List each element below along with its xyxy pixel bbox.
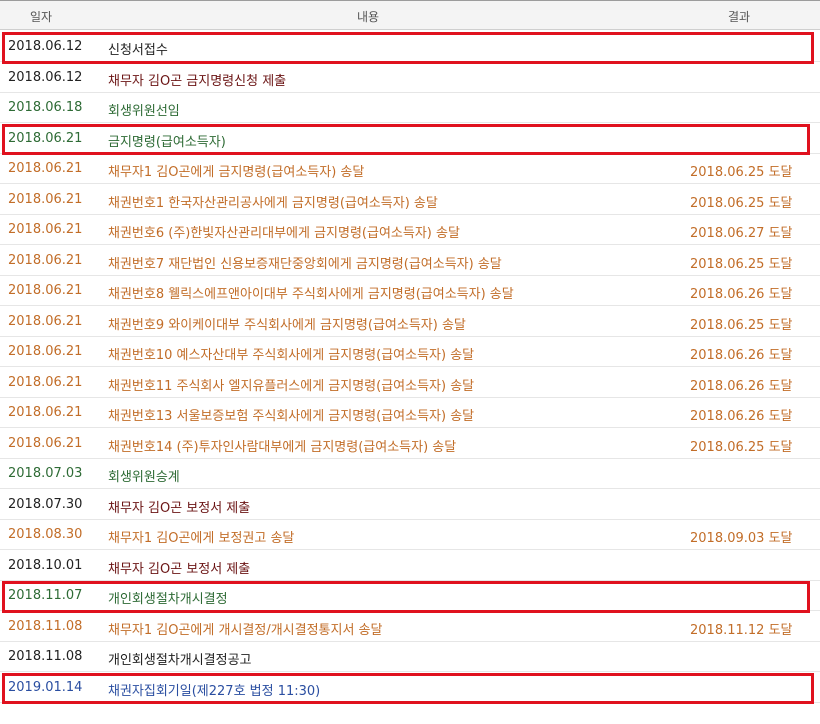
row-date: 2018.08.30 bbox=[8, 527, 83, 542]
table-row: 2018.06.21 채권번호10 예스자산대부 주식회사에게 금지명령(급여소득… bbox=[0, 337, 820, 367]
row-content: 개인회생절차개시결정 bbox=[108, 592, 228, 607]
table-row: 2018.06.21 채권번호11 주식회사 엘지유플러스에게 금지명령(급여소득… bbox=[0, 368, 820, 398]
row-date: 2018.11.07 bbox=[8, 588, 83, 603]
table-row: 2018.07.03 회생위원승계 bbox=[0, 459, 820, 489]
table-row: 2018.06.21 채무자1 김O곤에게 금지명령(급여소득자) 송달 2018.… bbox=[0, 154, 820, 184]
row-content: 채권자집회기일(제227호 법정 11:30) bbox=[108, 683, 321, 699]
row-date: 2018.06.21 bbox=[8, 252, 83, 268]
row-result: 2018.06.25 도달 bbox=[690, 439, 793, 455]
row-date: 2018.06.21 bbox=[8, 374, 83, 390]
table-row: 2018.06.12 채무자 김O곤 금지명령신청 제출 bbox=[0, 63, 820, 93]
table-row: 2018.07.30 채무자 김O곤 보정서 제출 bbox=[0, 490, 820, 520]
table-row: 2018.06.21 채권번호1 한국자산관리공사에게 금지명령(급여소득자) 송… bbox=[0, 185, 820, 215]
table-row: 2018.06.18 회생위원선임 bbox=[0, 93, 820, 123]
row-result: 2018.06.25 도달 bbox=[690, 195, 793, 211]
row-date: 2018.07.03 bbox=[8, 466, 83, 481]
row-result: 2018.06.27 도달 bbox=[690, 226, 793, 241]
row-content: 채무자 김O곤 금지명령신청 제출 bbox=[108, 73, 287, 89]
table-row: 2018.06.21 채권번호6 (주)한빛자산관리대부에게 금지명령(급여소득자… bbox=[0, 215, 820, 245]
row-content: 채권번호14 (주)투자인사람대부에게 금지명령(급여소득자) 송달 bbox=[108, 439, 457, 455]
table-row: 2018.06.12 신청서접수 bbox=[0, 32, 820, 62]
table-row: 2018.06.21 채권번호13 서울보증보험 주식회사에게 금지명령(급여소득… bbox=[0, 398, 820, 428]
row-content: 채권번호9 와이케이대부 주식회사에게 금지명령(급여소득자) 송달 bbox=[108, 317, 466, 333]
table-row: 2018.06.21 채권번호14 (주)투자인사람대부에게 금지명령(급여소득자… bbox=[0, 429, 820, 459]
table-row: 2019.01.14 채권자집회기일(제227호 법정 11:30) bbox=[0, 673, 820, 703]
row-content: 금지명령(급여소득자) bbox=[108, 134, 226, 150]
row-date: 2018.06.21 bbox=[8, 191, 83, 207]
row-date: 2018.06.21 bbox=[8, 161, 83, 176]
row-content: 채권번호1 한국자산관리공사에게 금지명령(급여소득자) 송달 bbox=[108, 195, 438, 211]
row-date: 2018.11.08 bbox=[8, 618, 83, 634]
row-content: 개인회생절차개시결정공고 bbox=[108, 653, 252, 668]
row-result: 2018.09.03 도달 bbox=[690, 531, 793, 546]
row-result: 2018.06.26 도달 bbox=[690, 409, 793, 424]
row-content: 채권번호7 재단법인 신용보증재단중앙회에게 금지명령(급여소득자) 송달 bbox=[108, 256, 502, 272]
table-row: 2018.10.01 채무자 김O곤 보정서 제출 bbox=[0, 551, 820, 581]
row-content: 채권번호6 (주)한빛자산관리대부에게 금지명령(급여소득자) 송달 bbox=[108, 226, 460, 241]
row-date: 2018.10.01 bbox=[8, 557, 83, 573]
row-result: 2018.11.12 도달 bbox=[690, 622, 793, 638]
row-date: 2018.06.12 bbox=[8, 69, 83, 85]
table-row: 2018.06.21 채권번호8 웰릭스에프앤아이대부 주식회사에게 금지명령(급… bbox=[0, 276, 820, 306]
row-result: 2018.06.26 도달 bbox=[690, 348, 793, 363]
row-date: 2018.06.18 bbox=[8, 100, 83, 115]
row-date: 2018.06.12 bbox=[8, 39, 83, 54]
row-content: 회생위원선임 bbox=[108, 104, 180, 119]
row-result: 2018.06.26 도달 bbox=[690, 287, 793, 302]
row-date: 2019.01.14 bbox=[8, 679, 83, 695]
header-content: 내용 bbox=[357, 10, 380, 24]
row-content: 채권번호8 웰릭스에프앤아이대부 주식회사에게 금지명령(급여소득자) 송달 bbox=[108, 287, 514, 302]
table-row: 2018.06.21 금지명령(급여소득자) bbox=[0, 124, 820, 154]
row-result: 2018.06.25 도달 bbox=[690, 165, 793, 180]
table-header: 일자 내용 결과 bbox=[0, 0, 820, 30]
row-content: 채권번호11 주식회사 엘지유플러스에게 금지명령(급여소득자) 송달 bbox=[108, 378, 475, 394]
row-content: 신청서접수 bbox=[108, 43, 168, 58]
table-row: 2018.11.08 채무자1 김O곤에게 개시결정/개시결정통지서 송달 2018… bbox=[0, 612, 820, 642]
row-date: 2018.06.21 bbox=[8, 405, 83, 420]
row-date: 2018.11.08 bbox=[8, 649, 83, 664]
header-date: 일자 bbox=[30, 10, 53, 24]
table-row: 2018.08.30 채무자1 김O곤에게 보정권고 송달 2018.09.03 도… bbox=[0, 520, 820, 550]
row-content: 채무자1 김O곤에게 금지명령(급여소득자) 송달 bbox=[108, 165, 365, 180]
row-content: 회생위원승계 bbox=[108, 470, 180, 485]
row-content: 채무자1 김O곤에게 개시결정/개시결정통지서 송달 bbox=[108, 622, 383, 638]
row-date: 2018.06.21 bbox=[8, 344, 83, 359]
row-date: 2018.06.21 bbox=[8, 313, 83, 329]
row-content: 채권번호13 서울보증보험 주식회사에게 금지명령(급여소득자) 송달 bbox=[108, 409, 475, 424]
row-content: 채권번호10 예스자산대부 주식회사에게 금지명령(급여소득자) 송달 bbox=[108, 348, 475, 363]
row-date: 2018.06.21 bbox=[8, 222, 83, 237]
row-date: 2018.06.21 bbox=[8, 435, 83, 451]
row-result: 2018.06.25 도달 bbox=[690, 256, 793, 272]
table-row: 2018.06.21 채권번호7 재단법인 신용보증재단중앙회에게 금지명령(급여… bbox=[0, 246, 820, 276]
table-row: 2018.11.08 개인회생절차개시결정공고 bbox=[0, 642, 820, 672]
row-content: 채무자 김O곤 보정서 제출 bbox=[108, 561, 251, 577]
row-date: 2018.06.21 bbox=[8, 283, 83, 298]
row-content: 채무자1 김O곤에게 보정권고 송달 bbox=[108, 531, 295, 546]
table-row: 2018.11.07 개인회생절차개시결정 bbox=[0, 581, 820, 611]
row-content: 채무자 김O곤 보정서 제출 bbox=[108, 500, 251, 516]
header-result: 결과 bbox=[728, 10, 751, 24]
table-row: 2018.06.21 채권번호9 와이케이대부 주식회사에게 금지명령(급여소득자… bbox=[0, 307, 820, 337]
row-result: 2018.06.25 도달 bbox=[690, 317, 793, 333]
row-date: 2018.06.21 bbox=[8, 130, 83, 146]
row-result: 2018.06.26 도달 bbox=[690, 378, 793, 394]
row-date: 2018.07.30 bbox=[8, 496, 83, 512]
